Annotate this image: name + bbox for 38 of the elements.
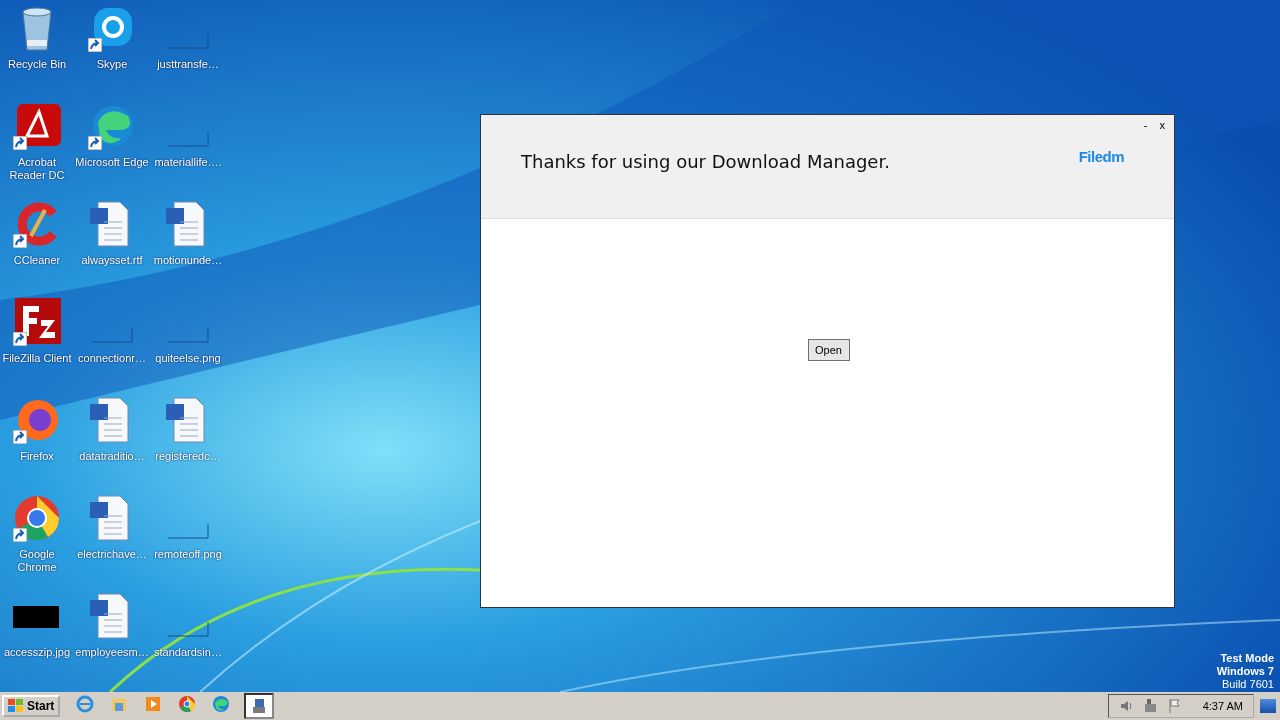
icon-label[interactable]: justtransfe… xyxy=(151,58,225,71)
icon-label[interactable]: motionunde… xyxy=(151,254,225,267)
flag-icon[interactable] xyxy=(1166,698,1183,714)
icon-label[interactable]: alwaysset.rtf xyxy=(75,254,149,267)
icon-label[interactable]: quiteelse.png xyxy=(151,352,225,365)
watermark-text: Windows 7 xyxy=(1216,665,1274,679)
dialog-heading: Thanks for using our Download Manager. xyxy=(521,151,890,172)
icon-label[interactable]: connectionr… xyxy=(75,352,149,365)
clock[interactable]: 4:37 AM xyxy=(1202,700,1243,712)
icon-label[interactable]: FileZilla Client xyxy=(0,352,74,365)
icon-label[interactable]: Acrobat Reader DC xyxy=(0,156,74,182)
speaker-icon[interactable] xyxy=(1118,698,1135,714)
watermark-text: Test Mode xyxy=(1220,652,1274,666)
icon-label[interactable]: accesszip.jpg xyxy=(0,646,74,659)
icon-label[interactable]: CCleaner xyxy=(0,254,74,267)
windows-logo-icon xyxy=(8,699,24,713)
watermark-text: Build 7601 xyxy=(1222,678,1274,692)
app-icon[interactable] xyxy=(13,298,61,346)
logo: Filedm xyxy=(1078,148,1124,165)
icon-label[interactable]: Recycle Bin xyxy=(0,58,74,71)
app-icon[interactable] xyxy=(13,494,61,542)
network-icon[interactable] xyxy=(1142,698,1159,714)
icon-label[interactable]: materiallife…. xyxy=(151,156,225,169)
icon-label[interactable]: Firefox xyxy=(0,450,74,463)
icon-label[interactable]: employeesm… xyxy=(75,646,149,659)
close-button[interactable]: x xyxy=(1156,119,1168,131)
installer-icon[interactable] xyxy=(244,693,275,719)
start-button[interactable]: Start xyxy=(2,695,61,717)
open-button[interactable]: Open xyxy=(807,339,850,361)
icon-label[interactable]: datatraditio… xyxy=(75,450,149,463)
icon-label[interactable]: electrichave… xyxy=(75,548,149,561)
minimize-button[interactable]: - xyxy=(1140,119,1151,131)
app-icon[interactable] xyxy=(13,102,61,150)
icon-label[interactable]: Skype xyxy=(75,58,149,71)
icon-label[interactable]: registeredc… xyxy=(151,450,225,463)
icon-label[interactable]: Microsoft Edge xyxy=(75,156,149,169)
icon-label[interactable]: remoteoff.png xyxy=(151,548,225,561)
icon-label[interactable]: Google Chrome xyxy=(0,548,74,574)
